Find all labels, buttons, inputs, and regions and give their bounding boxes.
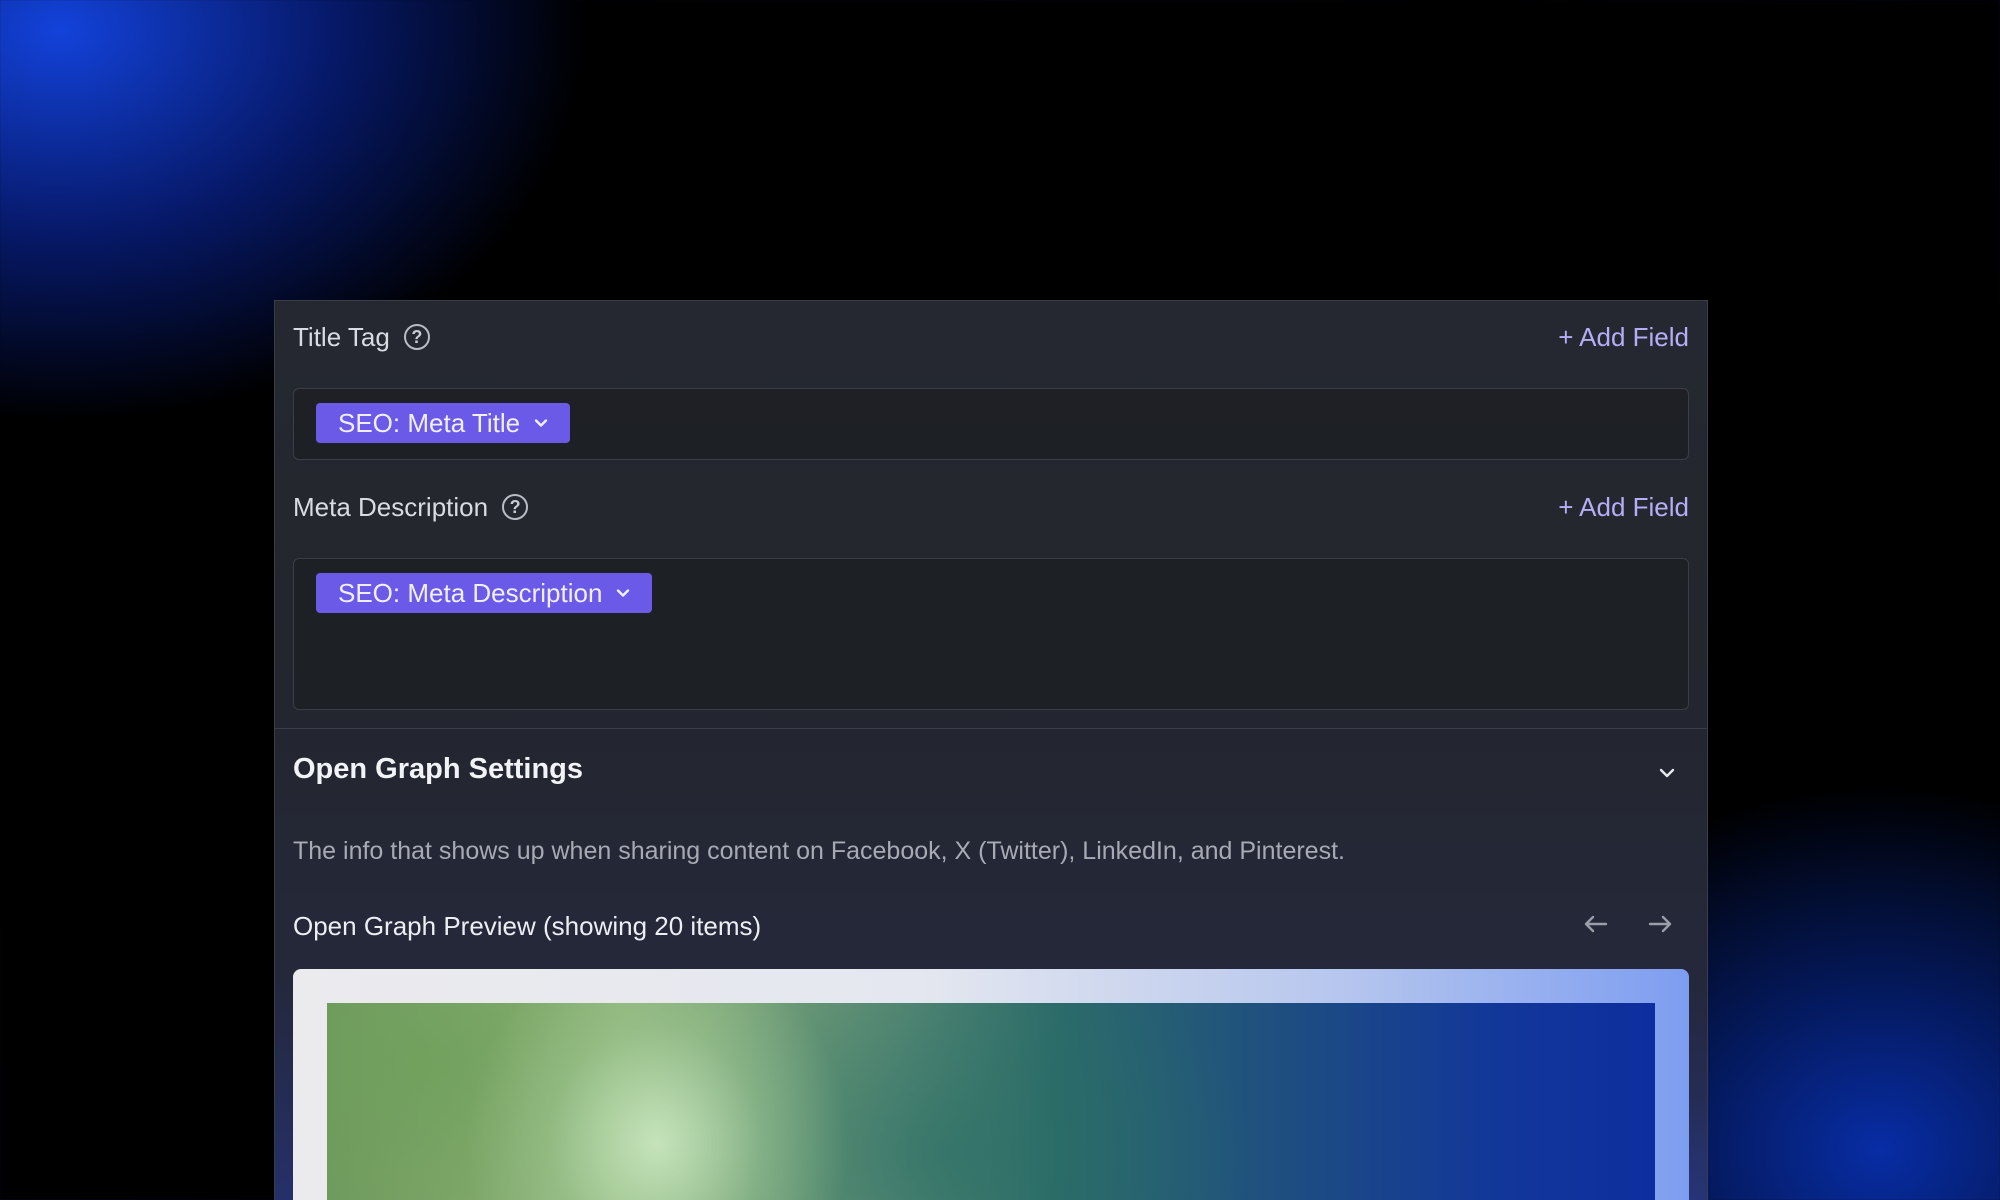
chip-label: SEO: Meta Title — [338, 407, 521, 438]
title-tag-label: Title Tag — [293, 321, 390, 352]
open-graph-description: The info that shows up when sharing cont… — [293, 837, 1345, 865]
open-graph-preview-image — [327, 1003, 1655, 1200]
title-tag-add-field-button[interactable]: + Add Field — [1558, 322, 1689, 353]
arrow-right-icon[interactable] — [1643, 907, 1677, 941]
title-tag-label-group: Title Tag ? — [293, 322, 430, 353]
seo-meta-title-chip[interactable]: SEO: Meta Title — [316, 403, 571, 443]
chip-label: SEO: Meta Description — [338, 577, 603, 608]
title-tag-header: Title Tag ? + Add Field — [293, 317, 1689, 357]
section-divider — [275, 728, 1707, 729]
title-tag-input[interactable]: SEO: Meta Title — [293, 388, 1689, 460]
question-circle-icon[interactable]: ? — [403, 324, 430, 350]
chevron-down-icon — [534, 419, 548, 427]
meta-description-input[interactable]: SEO: Meta Description — [293, 558, 1689, 710]
chevron-down-icon — [617, 589, 630, 597]
open-graph-section-title[interactable]: Open Graph Settings — [293, 753, 583, 786]
question-circle-icon[interactable]: ? — [502, 494, 529, 520]
seo-settings-panel: Title Tag ? + Add Field SEO: Meta Title … — [274, 300, 1708, 1200]
meta-description-label: Meta Description — [293, 491, 489, 522]
meta-description-add-field-button[interactable]: + Add Field — [1558, 492, 1689, 523]
open-graph-preview-label: Open Graph Preview (showing 20 items) — [293, 911, 762, 941]
seo-meta-description-chip[interactable]: SEO: Meta Description — [316, 573, 653, 613]
arrow-left-icon[interactable] — [1579, 907, 1613, 941]
meta-description-header: Meta Description ? + Add Field — [293, 487, 1689, 527]
chevron-down-icon[interactable] — [1655, 761, 1679, 785]
meta-description-label-group: Meta Description ? — [293, 491, 529, 523]
open-graph-preview-card — [293, 969, 1689, 1200]
